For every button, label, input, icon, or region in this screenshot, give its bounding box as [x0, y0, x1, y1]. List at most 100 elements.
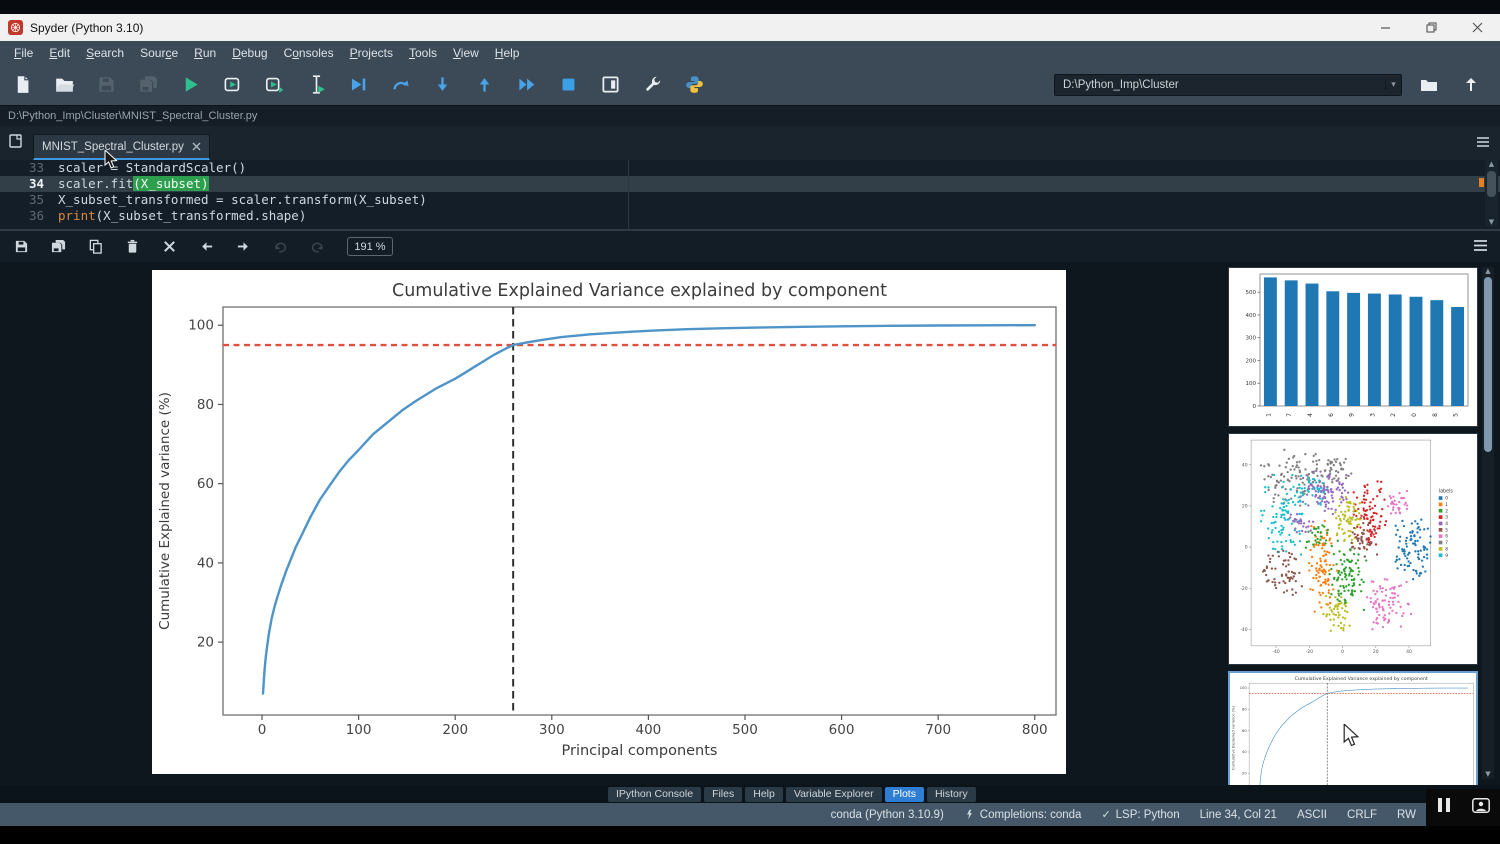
svg-text:9: 9 [1445, 553, 1448, 559]
zoom-in-button[interactable] [306, 236, 328, 258]
new-file-button[interactable] [8, 71, 36, 99]
menu-help[interactable]: Help [487, 44, 528, 62]
status-ascii[interactable]: ASCII [1297, 809, 1327, 821]
svg-text:2: 2 [1445, 508, 1448, 514]
run-file-button[interactable] [176, 71, 204, 99]
editor-tab[interactable]: MNIST_Spectral_Cluster.py [33, 134, 210, 160]
stop-button[interactable] [554, 71, 582, 99]
pane-tab-history[interactable]: History [927, 787, 976, 802]
status-line-34-col-21[interactable]: Line 34, Col 21 [1200, 809, 1277, 821]
pane-tab-files[interactable]: Files [704, 787, 742, 802]
menu-search[interactable]: Search [78, 44, 132, 62]
save-all-plots-button[interactable] [47, 236, 69, 258]
pane-tab-ipython-console[interactable]: IPython Console [608, 787, 701, 802]
menu-source[interactable]: Source [132, 44, 186, 62]
svg-text:40: 40 [1242, 462, 1248, 468]
step-into-button[interactable] [428, 71, 456, 99]
status-lsp[interactable]: ✓LSP: Python [1101, 808, 1179, 821]
plots-options-icon[interactable] [1473, 239, 1488, 257]
pause-icon[interactable] [1437, 797, 1451, 818]
svg-text:300: 300 [1246, 336, 1257, 342]
svg-text:0: 0 [1245, 545, 1248, 551]
tab-close-icon[interactable] [192, 138, 201, 156]
menu-debug[interactable]: Debug [224, 44, 275, 62]
scroll-down-icon[interactable]: ▼ [1485, 770, 1490, 779]
browse-tabs-icon[interactable] [8, 133, 24, 154]
cumulative-variance-chart: Cumulative Explained Variance explained … [152, 270, 1066, 774]
chevron-down-icon[interactable]: ▾ [1385, 79, 1401, 90]
menu-consoles[interactable]: Consoles [276, 44, 342, 62]
svg-text:7: 7 [1445, 540, 1448, 546]
line-number: 36 [0, 208, 58, 224]
new-file-icon [13, 75, 32, 94]
pane-tab-help[interactable]: Help [745, 787, 783, 802]
svg-text:2: 2 [1390, 413, 1397, 417]
menu-edit[interactable]: Edit [41, 44, 78, 62]
breadcrumb: D:\Python_Imp\Cluster\MNIST_Spectral_Clu… [8, 110, 257, 122]
maximize-pane-button[interactable] [596, 71, 624, 99]
thumbnail-bar-chart[interactable]: 01002003004005001746932085 [1228, 267, 1478, 427]
scroll-up-icon[interactable]: ▲ [1485, 267, 1490, 276]
scroll-down-icon[interactable]: ▼ [1489, 218, 1494, 227]
svg-text:500: 500 [732, 722, 758, 738]
previous-plot-button[interactable] [195, 236, 217, 258]
editor-scrollbar-thumb[interactable] [1487, 171, 1496, 197]
remove-plot-button[interactable] [121, 236, 143, 258]
continue-execution-button[interactable] [512, 71, 540, 99]
step-over-button[interactable] [386, 71, 414, 99]
step-out-button[interactable] [470, 71, 498, 99]
run-cell-button[interactable] [218, 71, 246, 99]
save-all-button[interactable] [134, 71, 162, 99]
pane-tab-variable-explorer[interactable]: Variable Explorer [786, 787, 882, 802]
snapshot-icon[interactable] [1472, 798, 1490, 818]
save-plot-button[interactable] [10, 236, 32, 258]
code-line-35[interactable]: 35X_subset_transformed = scaler.transfor… [0, 192, 1500, 208]
menu-projects[interactable]: Projects [342, 44, 401, 62]
menu-run[interactable]: Run [186, 44, 224, 62]
thumbnails-scrollbar[interactable]: ▲ ▼ [1482, 267, 1494, 779]
thumbnail-tsne-scatter[interactable]: -40-2002040-40-2002040labels0123456789 [1228, 433, 1478, 665]
code-line-36[interactable]: 36print(X_subset_transformed.shape) [0, 208, 1500, 224]
status-conda-python-3-10-9-[interactable]: conda (Python 3.10.9) [831, 809, 944, 821]
python-path-manager-button[interactable] [680, 71, 708, 99]
menu-file[interactable]: File [6, 44, 41, 62]
run-selection-button[interactable] [302, 71, 330, 99]
restore-button[interactable] [1408, 14, 1454, 41]
editor-scrollbar[interactable]: ▲ ▼ [1485, 160, 1498, 227]
copy-plot-button[interactable] [84, 236, 106, 258]
status-crlf[interactable]: CRLF [1347, 809, 1377, 821]
parent-directory-button[interactable] [1456, 71, 1486, 99]
menu-tools[interactable]: Tools [401, 44, 445, 62]
svg-text:80: 80 [1242, 708, 1247, 712]
status-rw[interactable]: RW [1397, 809, 1416, 821]
close-button[interactable] [1454, 14, 1500, 41]
browse-working-directory-button[interactable] [1414, 71, 1444, 99]
open-folder-button[interactable] [50, 71, 78, 99]
svg-text:0: 0 [1253, 404, 1257, 410]
svg-text:200: 200 [1246, 358, 1257, 364]
save-button[interactable] [92, 71, 120, 99]
menu-view[interactable]: View [445, 44, 487, 62]
title-bar: Spyder (Python 3.10) [0, 14, 1500, 41]
save-all-plots-icon [51, 239, 66, 254]
preferences-button[interactable] [638, 71, 666, 99]
code-line-33[interactable]: 33scaler = StandardScaler() [0, 160, 1500, 176]
thumbnails-scrollbar-thumb[interactable] [1484, 277, 1492, 452]
svg-text:4: 4 [1307, 413, 1314, 417]
pane-tab-plots[interactable]: Plots [885, 787, 924, 802]
maximize-pane-icon [601, 75, 620, 94]
status-completions[interactable]: Completions: conda [964, 809, 1082, 821]
next-plot-button[interactable] [232, 236, 254, 258]
code-editor[interactable]: 33scaler = StandardScaler()34scaler.fit(… [0, 160, 1500, 229]
thumbnail-cumulative-variance[interactable]: Cumulative Explained Variance explained … [1228, 671, 1478, 785]
run-cell-advance-button[interactable] [260, 71, 288, 99]
editor-options-icon[interactable] [1476, 135, 1490, 153]
zoom-out-button[interactable] [269, 236, 291, 258]
debug-file-button[interactable] [344, 71, 372, 99]
svg-text:700: 700 [925, 722, 951, 738]
minimize-button[interactable] [1362, 14, 1408, 41]
remove-all-plots-button[interactable] [158, 236, 180, 258]
scroll-up-icon[interactable]: ▲ [1489, 160, 1494, 169]
working-directory-combo[interactable]: D:\Python_Imp\Cluster ▾ [1054, 74, 1402, 96]
code-line-34[interactable]: 34scaler.fit(X_subset) [0, 176, 1500, 192]
